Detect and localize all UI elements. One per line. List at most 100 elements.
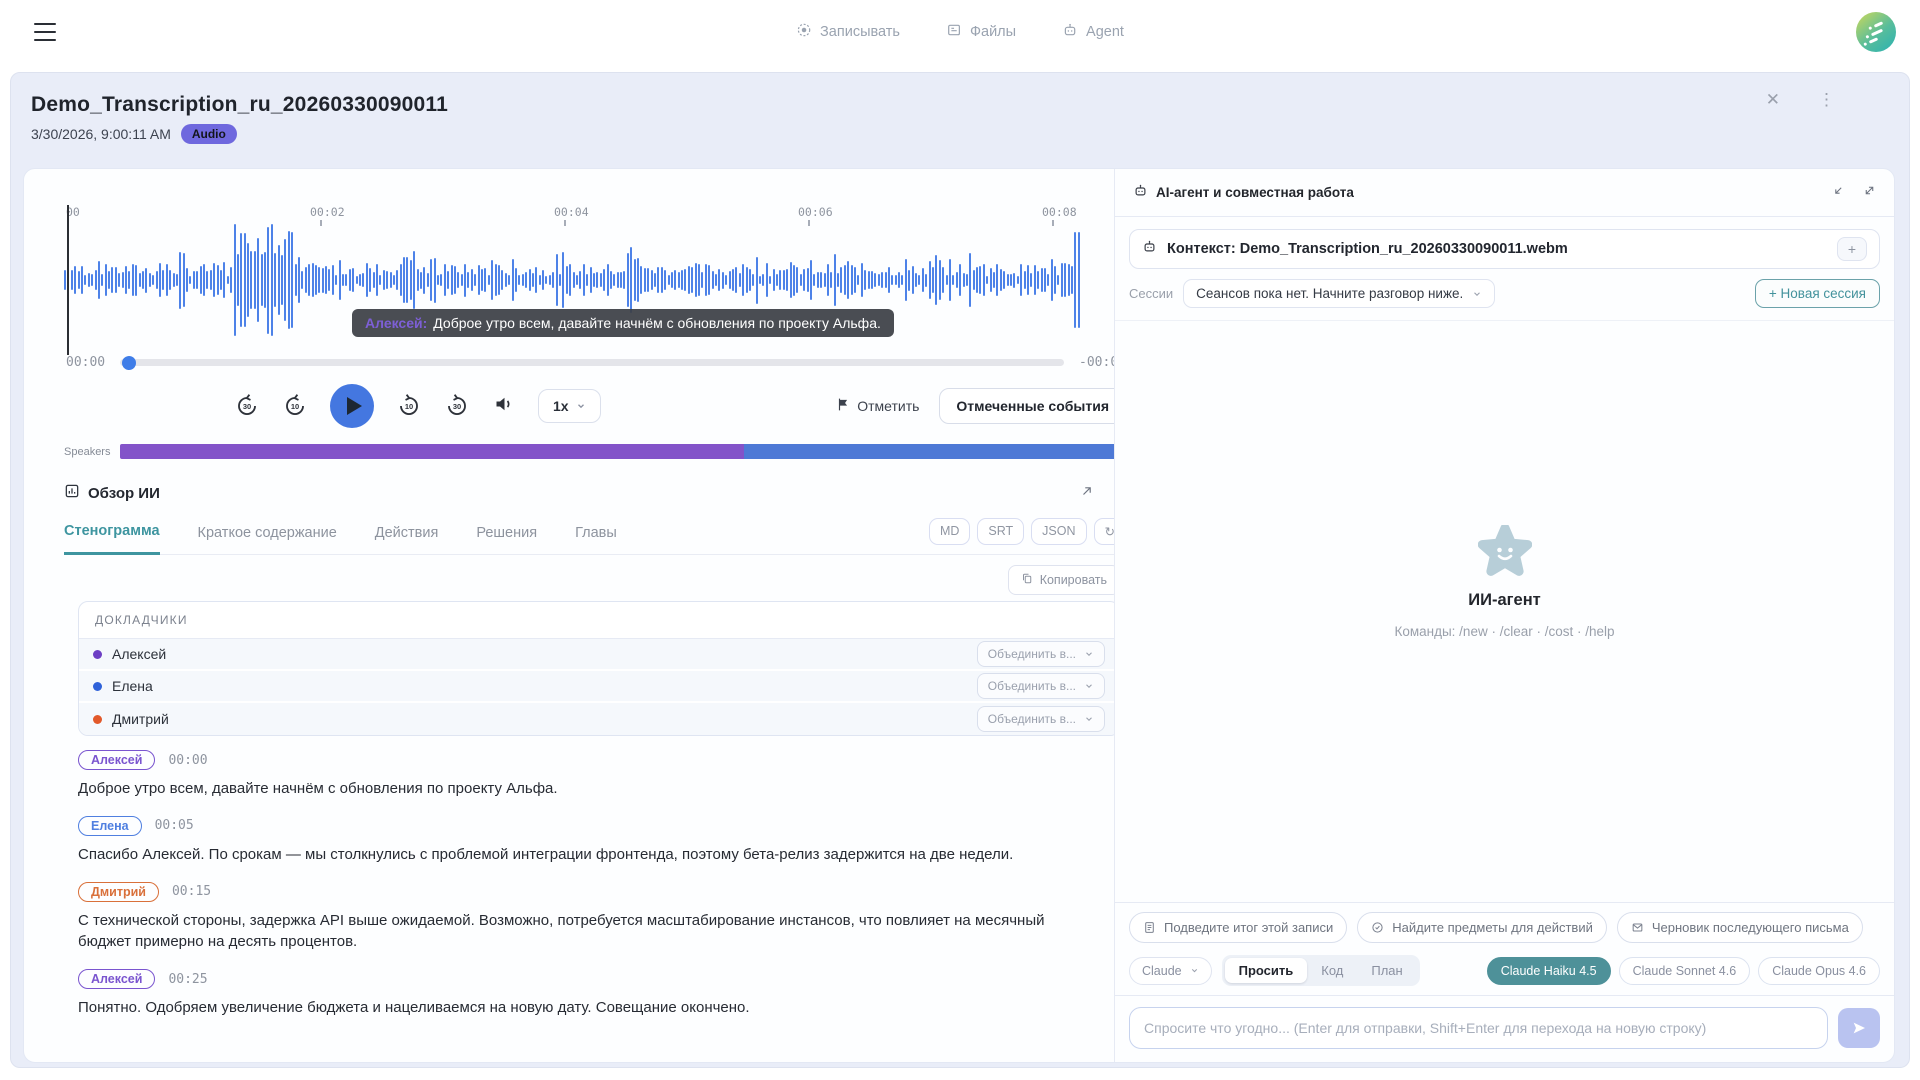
chat-input[interactable]	[1129, 1007, 1828, 1049]
close-icon[interactable]: ✕	[1766, 91, 1780, 108]
speaker-badge[interactable]: Алексей	[78, 750, 155, 770]
sessions-select[interactable]: Сеансов пока нет. Начните разговор ниже.	[1183, 279, 1495, 308]
tab-decisions[interactable]: Решения	[476, 525, 537, 554]
waveform-bar	[803, 269, 805, 290]
waveform-bar	[895, 275, 897, 286]
merge-speaker-select[interactable]: Объединить в...	[977, 706, 1105, 732]
expand-icon[interactable]	[1863, 184, 1876, 202]
expand-icon[interactable]	[1112, 484, 1114, 503]
tab-summary[interactable]: Краткое содержание	[198, 525, 337, 554]
waveform-bar	[627, 253, 629, 306]
waveform-bar	[732, 269, 734, 291]
copy-button[interactable]: Копировать	[1008, 565, 1114, 595]
speaker-badge[interactable]: Дмитрий	[78, 882, 159, 902]
export-json-button[interactable]: JSON	[1031, 518, 1086, 545]
skip-back-30-button[interactable]: 30	[234, 393, 260, 419]
skip-forward-10-button[interactable]: 10	[396, 393, 422, 419]
chip-label: Подведите итог этой записи	[1164, 920, 1333, 935]
waveform-bar	[1044, 268, 1046, 292]
model-claude-haiku[interactable]: Claude Haiku 4.5	[1487, 957, 1611, 985]
playhead-cursor[interactable]	[67, 205, 69, 355]
mode-plan[interactable]: План	[1357, 958, 1416, 983]
entry-timestamp[interactable]: 00:00	[168, 753, 207, 768]
speaker-segments-bar[interactable]	[120, 444, 1114, 459]
model-claude-opus[interactable]: Claude Opus 4.6	[1758, 957, 1880, 985]
seek-knob[interactable]	[122, 356, 136, 370]
open-external-icon[interactable]	[1080, 484, 1094, 503]
speaker-segment[interactable]	[120, 444, 743, 459]
merge-speaker-select[interactable]: Объединить в...	[977, 673, 1105, 699]
marked-events-button[interactable]: Отмеченные события	[939, 388, 1114, 424]
volume-icon[interactable]	[492, 392, 516, 421]
tab-actions[interactable]: Действия	[375, 525, 439, 554]
merge-speaker-select[interactable]: Объединить в...	[977, 641, 1105, 667]
speaker-row: Дмитрий Объединить в...	[79, 703, 1114, 735]
waveform-bar	[111, 267, 113, 293]
chat-input-row	[1115, 995, 1894, 1062]
waveform-bar	[186, 268, 188, 293]
waveform-bar	[569, 264, 571, 296]
waveform-bar	[393, 275, 395, 285]
waveform-bar	[630, 247, 632, 313]
provider-select[interactable]: Claude	[1129, 957, 1212, 985]
waveform-bar	[332, 265, 334, 296]
action-items-chip[interactable]: Найдите предметы для действий	[1357, 912, 1607, 943]
tab-chapters[interactable]: Главы	[575, 525, 617, 554]
nav-files[interactable]: Файлы	[946, 22, 1016, 42]
waveform-bar	[1061, 263, 1063, 297]
entry-timestamp[interactable]: 00:25	[168, 972, 207, 987]
waveform[interactable]: Алексей:Доброе утро всем, давайте начнём…	[64, 221, 1086, 339]
tab-transcript[interactable]: Стенограмма	[64, 523, 160, 555]
mode-ask[interactable]: Просить	[1225, 958, 1308, 983]
waveform-bar	[813, 274, 815, 287]
transcript-entry: Елена 00:05 Спасибо Алексей. По срокам —…	[78, 816, 1114, 866]
collapse-icon[interactable]	[1832, 184, 1845, 202]
summarize-chip[interactable]: Подведите итог этой записи	[1129, 912, 1347, 943]
waveform-bar	[963, 273, 965, 287]
speaker-badge[interactable]: Елена	[78, 816, 142, 836]
export-md-button[interactable]: MD	[929, 518, 970, 545]
waveform-bar	[505, 273, 507, 287]
entry-timestamp[interactable]: 00:05	[155, 818, 194, 833]
agent-star-icon	[1478, 525, 1532, 579]
play-button[interactable]	[330, 384, 374, 428]
refresh-button[interactable]: ↻	[1094, 518, 1114, 545]
nav-record[interactable]: Записывать	[796, 22, 900, 42]
waveform-bar	[220, 270, 222, 290]
entry-timestamp[interactable]: 00:15	[172, 884, 211, 899]
speaker-row: Алексей Объединить в...	[79, 639, 1114, 671]
draft-email-chip[interactable]: Черновик последующего письма	[1617, 912, 1863, 943]
waveform-bar	[651, 270, 653, 291]
agent-empty-state: ИИ-агент Команды: /new · /clear · /cost …	[1115, 321, 1894, 902]
app-logo[interactable]	[1856, 12, 1896, 52]
speaker-name: Елена	[112, 678, 153, 694]
waveform-bar	[979, 266, 981, 293]
export-srt-button[interactable]: SRT	[977, 518, 1024, 545]
menu-icon[interactable]	[34, 23, 56, 41]
speaker-badge[interactable]: Алексей	[78, 969, 155, 989]
waveform-bar	[373, 272, 375, 289]
waveform-bar	[637, 258, 639, 302]
playback-speed-button[interactable]: 1x	[538, 389, 601, 423]
skip-forward-30-button[interactable]: 30	[444, 393, 470, 419]
waveform-bar	[898, 272, 900, 289]
speaker-row: Елена Объединить в...	[79, 671, 1114, 703]
send-button[interactable]	[1838, 1008, 1880, 1048]
waveform-bar	[457, 272, 459, 287]
new-session-button[interactable]: + Новая сессия	[1755, 279, 1880, 308]
mark-button[interactable]: Отметить	[836, 397, 919, 415]
model-claude-sonnet[interactable]: Claude Sonnet 4.6	[1619, 957, 1751, 985]
waveform-bar	[383, 270, 385, 291]
kebab-menu-icon[interactable]: ⋮	[1818, 91, 1835, 108]
add-context-button[interactable]: +	[1837, 237, 1867, 261]
speaker-segment[interactable]	[744, 444, 1114, 459]
skip-back-10-button[interactable]: 10	[282, 393, 308, 419]
nav-agent[interactable]: Agent	[1062, 22, 1124, 42]
waveform-bar	[305, 267, 307, 293]
waveform-bar	[410, 260, 412, 299]
merge-placeholder: Объединить в...	[988, 647, 1076, 661]
waveform-bar	[152, 275, 154, 285]
waveform-bar	[1013, 273, 1015, 288]
seek-bar[interactable]	[120, 359, 1064, 366]
mode-code[interactable]: Код	[1307, 958, 1357, 983]
